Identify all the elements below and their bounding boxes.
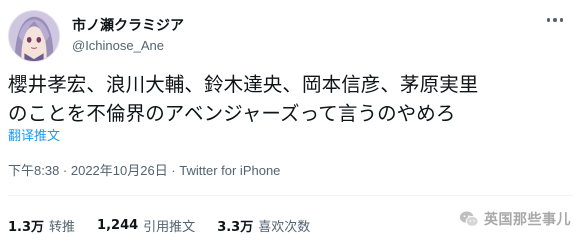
translate-tweet-link[interactable]: 翻译推文 (8, 128, 60, 146)
tweet-metadata: 下午8:38 · 2022年10月26日 · Twitter for iPhon… (8, 162, 280, 180)
likes-count: 3.3万 (217, 220, 254, 235)
watermark-text: 英国那些事儿 (484, 212, 571, 228)
author-names: 市ノ瀬クラミジア @Ichinose_Ane (72, 16, 184, 56)
avatar-image (9, 11, 59, 61)
quote-tweets-label: 引用推文 (143, 220, 196, 235)
tweet-stats: 1.3万 转推 1,244 引用推文 3.3万 喜欢次数 (8, 216, 332, 235)
likes-label: 喜欢次数 (258, 220, 311, 235)
more-dots-icon (546, 18, 551, 22)
quote-tweets-count: 1,244 (97, 218, 139, 233)
wechat-icon (458, 208, 480, 230)
watermark: 英国那些事儿 (458, 208, 571, 230)
likes-stat[interactable]: 3.3万 喜欢次数 (217, 216, 310, 235)
tweet-text: 櫻井孝宏、浪川大輔、鈴木達央、岡本信彦、茅原実里 のことを不倫界のアベンジャーズ… (8, 70, 573, 128)
retweets-count: 1.3万 (8, 220, 45, 235)
quote-tweets-stat[interactable]: 1,244 引用推文 (97, 216, 195, 235)
tweet-text-line: のことを不倫界のアベンジャーズって言うのやめろ (8, 102, 456, 125)
tweet-text-line: 櫻井孝宏、浪川大輔、鈴木達央、岡本信彦、茅原実里 (8, 73, 479, 96)
tweet-timestamp[interactable]: 下午8:38 · 2022年10月26日 · (8, 163, 179, 178)
more-options-button[interactable] (543, 10, 567, 30)
more-dots-icon (559, 18, 564, 22)
author-handle[interactable]: @Ichinose_Ane (72, 36, 184, 56)
more-dots-icon (553, 18, 557, 22)
avatar[interactable] (8, 10, 60, 62)
author-display-name[interactable]: 市ノ瀬クラミジア (72, 16, 184, 36)
retweets-label: 转推 (49, 220, 76, 235)
tweet-header: 市ノ瀬クラミジア @Ichinose_Ane (8, 6, 184, 66)
retweets-stat[interactable]: 1.3万 转推 (8, 216, 75, 235)
divider (8, 195, 573, 196)
tweet-source-app[interactable]: Twitter for iPhone (179, 163, 280, 178)
tweet-card: 市ノ瀬クラミジア @Ichinose_Ane 櫻井孝宏、浪川大輔、鈴木達央、岡本… (0, 0, 581, 246)
